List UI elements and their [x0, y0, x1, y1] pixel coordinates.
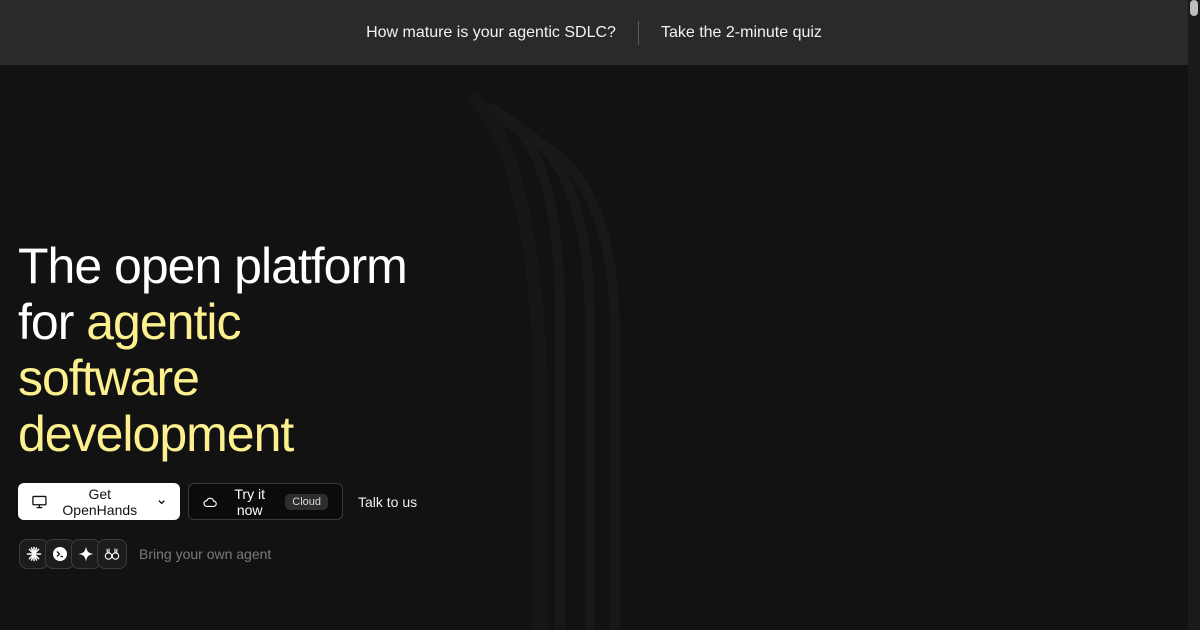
scrollbar-track[interactable]: [1188, 0, 1200, 630]
banner-divider: [637, 20, 639, 45]
cloud-badge: Cloud: [285, 493, 328, 510]
monitor-icon: [32, 495, 47, 508]
quiz-link[interactable]: Take the 2-minute quiz: [661, 24, 822, 42]
get-openhands-label: Get OpenHands: [62, 485, 138, 518]
cloud-icon: [203, 497, 217, 507]
banner-question: How mature is your agentic SDLC?: [366, 23, 616, 41]
get-openhands-button[interactable]: Get OpenHands: [18, 483, 180, 520]
bring-your-own-agent-label: Bring your own agent: [139, 546, 272, 562]
talk-to-us-link[interactable]: Talk to us: [358, 494, 417, 510]
agent-chip-4[interactable]: [97, 539, 127, 569]
announcement-banner: How mature is your agentic SDLC? Take th…: [0, 0, 1188, 65]
chevron-down-icon: [158, 499, 165, 504]
four-point-star-icon: [78, 546, 94, 562]
hero-title-line-4: development: [18, 406, 294, 462]
try-it-now-button[interactable]: Try it now Cloud: [188, 483, 343, 520]
hero-title-line-2-accent: agentic: [86, 294, 241, 350]
hero-title: The open platform for agentic software d…: [18, 238, 408, 462]
hero-title-line-1: The open platform: [18, 238, 408, 294]
cta-row: Get OpenHands Try it now Cloud Talk to u…: [18, 483, 417, 520]
hero-title-line-3: software: [18, 350, 200, 406]
terminal-bubble-icon: [53, 547, 67, 561]
scrollbar-thumb[interactable]: [1190, 0, 1198, 16]
page: How mature is your agentic SDLC? Take th…: [0, 0, 1200, 630]
agents-row: Bring your own agent: [19, 539, 271, 569]
try-it-now-label: Try it now: [234, 485, 265, 518]
hero-title-line-2-plain: for: [18, 294, 87, 350]
sparkburst-icon: [26, 546, 42, 562]
hands-icon: [104, 548, 120, 560]
